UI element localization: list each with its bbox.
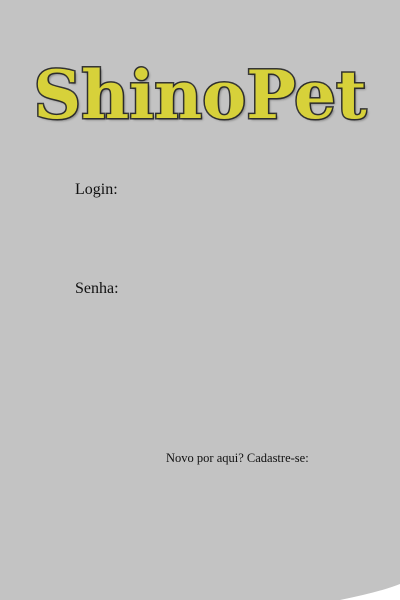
signup-link[interactable]: Novo por aqui? Cadastre-se: — [166, 451, 309, 466]
senha-input[interactable] — [124, 278, 324, 300]
login-label: Login: — [75, 181, 118, 198]
corner-decoration — [340, 584, 400, 600]
shinopet-logo: ShinoPet — [32, 56, 368, 134]
senha-label: Senha: — [75, 280, 119, 297]
login-input[interactable] — [124, 179, 324, 201]
